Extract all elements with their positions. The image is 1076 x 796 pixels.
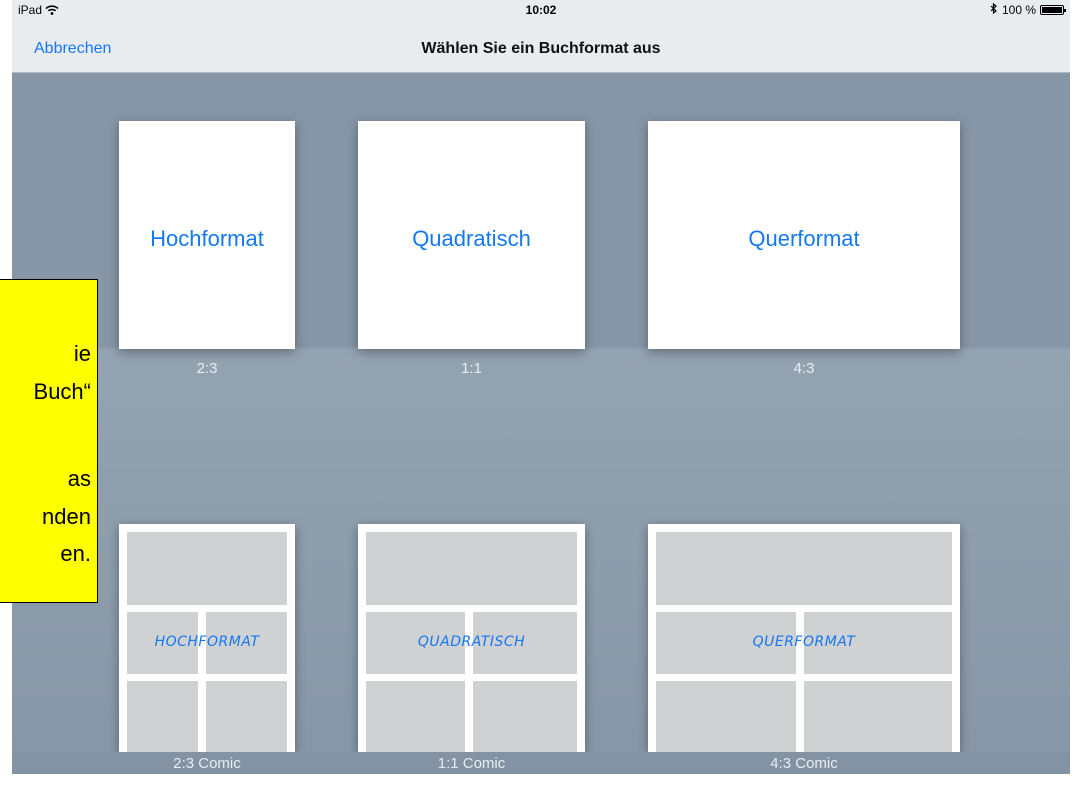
comic-panel	[366, 681, 465, 752]
navigation-bar: Abbrechen Wählen Sie ein Buchformat aus	[12, 20, 1070, 73]
comic-panel	[656, 532, 952, 605]
battery-percent: 100 %	[1001, 3, 1036, 17]
comic-ratio-bar: 2:3 Comic 1:1 Comic 4:3 Comic	[12, 752, 1070, 774]
format-ratio: 1:1	[461, 360, 482, 377]
comic-label: QUADRATISCH	[417, 634, 526, 650]
annotation-callout: ie Buch“ as nden en.	[0, 279, 98, 603]
format-label: Hochformat	[150, 226, 264, 251]
comic-card-square[interactable]: QUADRATISCH	[358, 524, 585, 752]
comic-ratio: 2:3 Comic	[173, 755, 241, 772]
comic-label: HOCHFORMAT	[154, 634, 260, 650]
format-card-landscape[interactable]: Querformat	[648, 121, 960, 349]
ipad-screen: iPad 10:02 100 % Abbrechen Wählen Sie ei…	[12, 0, 1070, 774]
status-time: 10:02	[525, 3, 557, 17]
callout-line: en.	[60, 541, 91, 566]
page-title: Wählen Sie ein Buchformat aus	[421, 40, 661, 57]
comic-label: QUERFORMAT	[752, 634, 856, 650]
callout-line: as	[67, 466, 91, 491]
bluetooth-icon	[990, 2, 998, 17]
comic-ratio: 4:3 Comic	[770, 755, 838, 772]
comic-panel	[127, 532, 287, 605]
callout-line: nden	[42, 504, 91, 529]
battery-icon	[1040, 5, 1066, 15]
format-card-portrait[interactable]: Hochformat	[119, 121, 295, 349]
battery-status: 100 %	[990, 2, 1066, 17]
comic-panel	[127, 681, 198, 752]
format-grid: Hochformat Quadratisch Querformat 2:3 1:…	[12, 73, 1070, 774]
status-bar: iPad 10:02 100 %	[12, 0, 1070, 20]
format-label: Querformat	[748, 226, 860, 251]
format-card-square[interactable]: Quadratisch	[358, 121, 585, 349]
callout-line: ie	[73, 341, 91, 366]
comic-card-landscape[interactable]: QUERFORMAT	[648, 524, 960, 752]
comic-panel	[206, 681, 287, 752]
format-ratio: 4:3	[793, 360, 815, 377]
comic-panel	[366, 532, 577, 605]
callout-line: Buch“	[33, 379, 91, 404]
comic-card-portrait[interactable]: HOCHFORMAT	[119, 524, 295, 752]
comic-panel	[656, 681, 796, 752]
comic-panel	[473, 681, 577, 752]
format-ratio: 2:3	[196, 360, 218, 377]
format-label: Quadratisch	[412, 226, 531, 251]
comic-ratio: 1:1 Comic	[437, 755, 506, 772]
comic-panel	[804, 681, 952, 752]
